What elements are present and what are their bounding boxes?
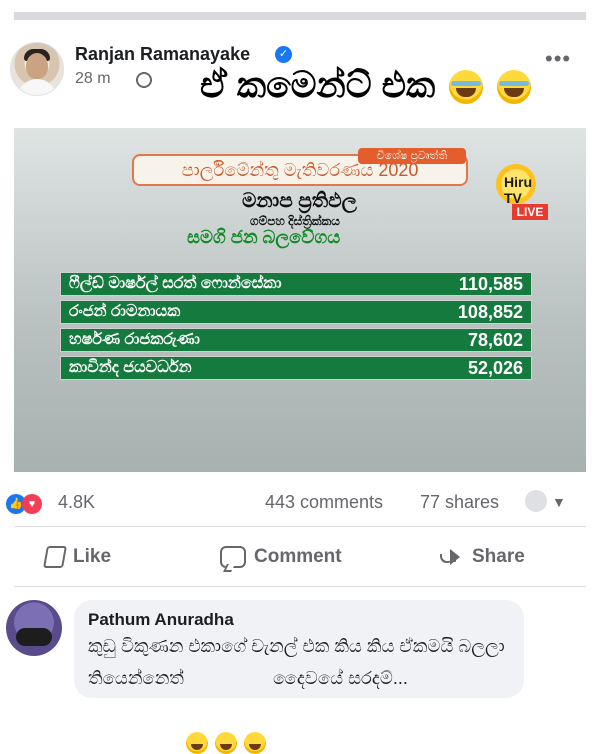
more-options-icon[interactable]: ••• — [545, 46, 571, 72]
table-row: ෆීල්ඩ් මාර්ෂල් සරත් ෆොන්සේකා 110,585 — [60, 272, 532, 296]
post-actions: Like Comment Share — [0, 536, 600, 586]
comment-emojis — [186, 732, 268, 754]
special-news-badge: විශේෂ ප්‍රවෘත්ති — [358, 148, 466, 164]
channel-logo-text: Hiru TV — [504, 174, 532, 206]
comment-line-2-suffix: දෛවයේ සරදම්... — [272, 668, 408, 688]
post-card: Ranjan Ramanayake ✓ 28 m ••• ඒ කමෙන්ට් එ… — [0, 20, 600, 754]
post-caption: ඒ කමෙන්ට් එක — [200, 64, 532, 107]
candidate-votes: 108,852 — [457, 302, 523, 322]
top-bar — [0, 0, 600, 20]
preference-results-title: මනාප ප්‍රතිඵල — [242, 190, 357, 212]
candidate-votes: 52,026 — [467, 358, 523, 378]
candidate-votes: 110,585 — [458, 274, 523, 294]
reactions-icons[interactable]: 👍 ♥ — [6, 494, 48, 514]
laughing-emoji-icon — [497, 70, 532, 105]
engagement-stats: 👍 ♥ 4.8K 443 comments 77 shares ▼ — [0, 476, 600, 524]
laughing-emoji-icon — [244, 732, 267, 754]
share-button[interactable]: Share — [440, 546, 525, 568]
candidate-name: හර්ෂණ රාජකරුණා — [69, 331, 200, 348]
share-label: Share — [472, 546, 525, 567]
laughing-emoji-icon — [186, 732, 208, 754]
table-row: කාවින්ද ජයවර්ධන 52,026 — [60, 356, 532, 380]
avatar-face — [26, 53, 48, 79]
post-image[interactable]: පාර්ලිමේන්තු මැතිවරණය 2020 විශේෂ ප්‍රවෘත… — [14, 128, 586, 472]
avatar-shirt — [17, 79, 57, 95]
commenter-name[interactable]: Pathum Anuradha — [88, 610, 234, 630]
share-icon — [440, 547, 464, 567]
comment-label: Comment — [254, 546, 342, 568]
author-name[interactable]: Ranjan Ramanayake — [75, 44, 250, 65]
laughing-emoji-icon — [449, 70, 484, 105]
comment-line-2: තියෙන්නෙත් දෛවයේ සරදම්... — [88, 668, 408, 754]
results-table: ෆීල්ඩ් මාර්ෂල් සරත් ෆොන්සේකා 110,585 රංජ… — [60, 272, 532, 384]
chevron-down-icon[interactable]: ▼ — [552, 494, 566, 510]
stats-divider — [14, 526, 586, 527]
table-row: රංජන් රාමනායක 108,852 — [60, 300, 532, 324]
like-label: Like — [73, 546, 112, 568]
candidate-name: රංජන් රාමනායක — [69, 303, 181, 320]
caption-text: ඒ කමෙන්ට් එක — [200, 64, 436, 105]
comments-count[interactable]: 443 comments — [265, 492, 383, 513]
shares-count[interactable]: 77 shares — [420, 492, 499, 513]
love-reaction-icon: ♥ — [22, 494, 42, 514]
candidate-votes: 78,602 — [467, 330, 523, 350]
channel-logo: Hiru TV LIVE — [488, 156, 550, 220]
top-divider — [14, 12, 586, 20]
comment-icon — [220, 546, 246, 568]
verified-icon: ✓ — [275, 46, 292, 63]
thumbs-up-icon — [43, 546, 67, 568]
comment-line-2-prefix: තියෙන්නෙත් — [88, 668, 184, 688]
actions-divider — [14, 586, 586, 587]
table-row: හර්ෂණ රාජකරුණා 78,602 — [60, 328, 532, 352]
commenter-avatar[interactable] — [6, 600, 62, 656]
candidate-name: ෆීල්ඩ් මාර්ෂල් සරත් ෆොන්සේකා — [69, 275, 282, 292]
share-avatar[interactable] — [525, 490, 547, 512]
globe-icon — [136, 72, 152, 88]
comment-line-1: කුඩු විකුණන එකාගේ චැනල් එක කිය කිය ඒකමයි… — [88, 636, 505, 656]
like-button[interactable]: Like — [43, 546, 112, 568]
comment-bubble: Pathum Anuradha කුඩු විකුණන එකාගේ චැනල් … — [74, 600, 524, 754]
reaction-count[interactable]: 4.8K — [58, 492, 95, 513]
candidate-name: කාවින්ද ජයවර්ධන — [69, 359, 192, 376]
post-time: 28 m — [75, 70, 111, 87]
live-badge: LIVE — [512, 204, 548, 220]
laughing-emoji-icon — [215, 732, 238, 754]
party-label: සමගි ජන බලවේගය — [187, 227, 341, 247]
author-avatar[interactable] — [10, 42, 64, 96]
comment-button[interactable]: Comment — [220, 546, 342, 568]
